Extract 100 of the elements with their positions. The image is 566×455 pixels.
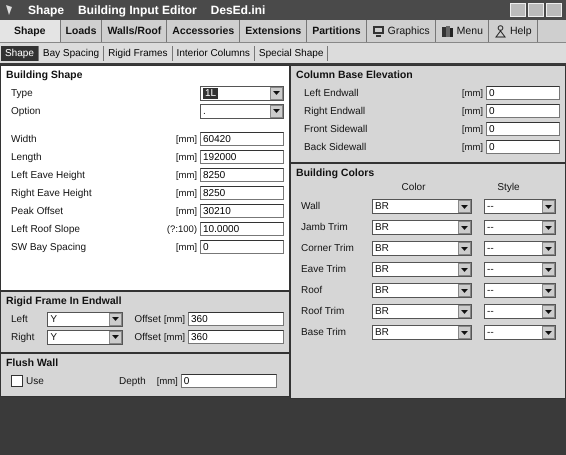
field-label: Left Eave Height: [10, 170, 86, 180]
field-label: Front Sidewall: [303, 124, 368, 134]
checkbox-label: Use: [26, 376, 45, 386]
dropdown[interactable]: BR: [372, 283, 472, 298]
checkbox[interactable]: [11, 375, 23, 387]
unit-label: [mm]: [176, 188, 197, 198]
field-label: Option: [10, 106, 42, 116]
dropdown[interactable]: BR: [372, 199, 472, 214]
dropdown-arrow-icon: [461, 226, 468, 230]
input-field[interactable]: 360: [188, 312, 284, 326]
input-field[interactable]: 0: [486, 86, 560, 100]
unit-label: (?:100): [166, 224, 197, 234]
unit-label: [mm]: [176, 152, 197, 162]
dropdown-arrow-icon: [461, 330, 468, 334]
close-button[interactable]: [546, 3, 562, 17]
unit-label: [mm]: [462, 88, 483, 98]
figure-icon: [494, 24, 507, 38]
input-field[interactable]: 0: [486, 122, 560, 136]
unit-label: [mm]: [462, 142, 483, 152]
dropdown[interactable]: --: [484, 220, 556, 235]
tab[interactable]: Rigid Frames: [104, 46, 173, 60]
field-label: Wall: [300, 201, 322, 212]
dropdown[interactable]: --: [484, 241, 556, 256]
field-label: Offset: [134, 314, 161, 324]
input-field[interactable]: 8250: [200, 168, 284, 182]
input-field[interactable]: 0: [200, 240, 284, 254]
field-label: Peak Offset: [10, 206, 64, 216]
field-label: Back Sidewall: [303, 142, 368, 152]
dropdown[interactable]: 1L: [200, 86, 284, 100]
file-name: DesEd.ini: [210, 3, 266, 17]
field-label: Corner Trim: [300, 243, 355, 254]
dropdown-arrow-icon: [545, 226, 552, 230]
unit-label: [mm]: [164, 332, 185, 342]
column-header: Color: [400, 182, 426, 195]
dropdown[interactable]: --: [484, 325, 556, 340]
input-field[interactable]: 0: [486, 104, 560, 118]
field-label: Type: [10, 88, 34, 98]
field-label: Left: [10, 314, 29, 324]
column-header: Style: [496, 182, 521, 195]
dropdown-arrow-icon: [545, 288, 552, 292]
field-label: Jamb Trim: [300, 222, 349, 233]
window-title: Shape: [28, 3, 64, 17]
field-label: Right Eave Height: [10, 188, 93, 198]
field-label: Width: [10, 134, 38, 144]
field-label: Right: [10, 332, 36, 342]
field-label: Base Trim: [300, 327, 348, 338]
input-field[interactable]: 0: [180, 374, 277, 388]
field-label: Right Endwall: [303, 106, 366, 116]
field-label: SW Bay Spacing: [10, 242, 88, 252]
dropdown-arrow-icon: [461, 204, 468, 208]
window-subtitle: Building Input Editor: [78, 3, 197, 17]
dropdown-arrow-icon: [545, 246, 552, 250]
section-title: Column Base Elevation: [296, 69, 414, 81]
dropdown-arrow-icon: [545, 204, 552, 208]
dropdown[interactable]: --: [484, 283, 556, 298]
dropdown[interactable]: --: [484, 262, 556, 277]
unit-label: [mm]: [164, 314, 185, 324]
tab[interactable]: Interior Columns: [172, 46, 255, 60]
app-icon: [4, 4, 14, 16]
dropdown-arrow-icon: [545, 310, 552, 314]
input-field[interactable]: 8250: [200, 186, 284, 200]
section-title: Building Colors: [296, 167, 376, 179]
dropdown-arrow-icon: [461, 288, 468, 292]
dropdown[interactable]: --: [484, 304, 556, 319]
minimize-button[interactable]: [510, 3, 526, 17]
dropdown[interactable]: Y: [47, 312, 124, 326]
unit-label: [mm]: [462, 124, 483, 134]
input-field[interactable]: 0: [486, 140, 560, 154]
dropdown[interactable]: BR: [372, 220, 472, 235]
field-label: Left Roof Slope: [10, 224, 81, 234]
field-label: Offset: [134, 332, 161, 342]
maximize-button[interactable]: [528, 3, 544, 17]
input-field[interactable]: 360: [188, 330, 284, 344]
tab[interactable]: Shape: [0, 20, 61, 42]
monitor-icon: [372, 24, 385, 38]
input-field[interactable]: 192000: [200, 150, 284, 164]
section-title: Rigid Frame In Endwall: [6, 295, 123, 307]
field-label: Left Endwall: [303, 88, 360, 98]
field-label: Length: [10, 152, 43, 162]
dropdown[interactable]: --: [484, 199, 556, 214]
dropdown[interactable]: BR: [372, 262, 472, 277]
dropdown[interactable]: Y: [47, 330, 124, 344]
input-field[interactable]: 30210: [200, 204, 284, 218]
dropdown[interactable]: BR: [372, 325, 472, 340]
field-label: Roof: [300, 285, 324, 296]
unit-label: [mm]: [176, 206, 197, 216]
unit-label: [mm]: [176, 134, 197, 144]
tab[interactable]: Shape: [1, 46, 39, 60]
dropdown-arrow-icon: [461, 310, 468, 314]
dropdown[interactable]: BR: [372, 241, 472, 256]
input-field[interactable]: 60420: [200, 132, 284, 146]
tab[interactable]: Bay Spacing: [38, 46, 104, 60]
field-label: Depth: [119, 376, 146, 386]
dropdown-arrow-icon: [273, 109, 280, 113]
dropdown[interactable]: .: [200, 104, 284, 118]
dropdown-arrow-icon: [461, 246, 468, 250]
dropdown[interactable]: BR: [372, 304, 472, 319]
field-label: Eave Trim: [300, 264, 348, 275]
input-field[interactable]: 10.0000: [200, 222, 284, 236]
tab[interactable]: Special Shape: [254, 46, 328, 60]
